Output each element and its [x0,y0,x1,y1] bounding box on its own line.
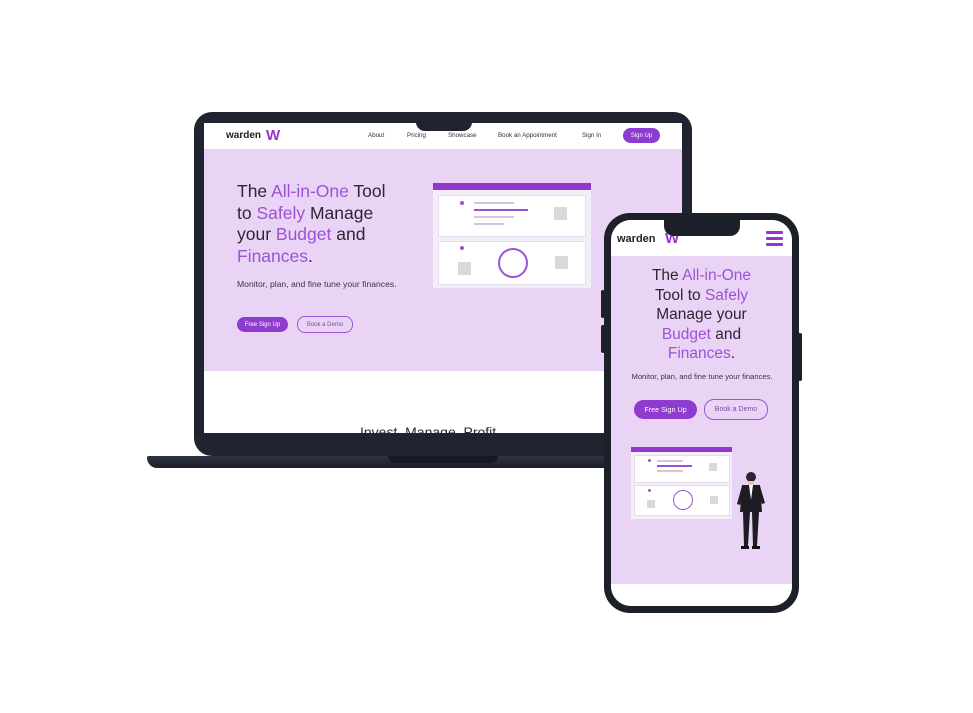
menu-bar [766,243,783,246]
hero-headline: The All-in-One Tool to Safely Manage your … [237,181,386,266]
menu-bar [766,237,783,240]
dashboard-header-bar [433,183,591,190]
businessman-illustration [737,472,765,549]
section-heading: Invest. Manage. Profit. [360,424,501,433]
hero-headline: The All-in-One Tool to Safely Manage your… [651,267,752,362]
list-line [474,216,514,218]
hero-subtitle: Monitor, plan, and fine tune your financ… [631,372,773,381]
placeholder-square [554,207,567,220]
list-line-highlight [474,209,528,211]
dashboard-chart-card [438,241,586,285]
phone-camera-notch [664,220,740,236]
card-bullet-icon [460,246,464,250]
list-line [657,470,683,472]
dashboard-list-card [438,195,586,237]
placeholder-square [709,463,717,471]
list-bullet-icon [648,459,651,462]
dashboard-chart-card [634,485,730,516]
list-line [474,202,514,204]
warden-w-logo-icon[interactable]: W [266,127,280,144]
free-sign-up-button[interactable]: Free Sign Up [634,400,697,419]
list-line-highlight [657,465,692,467]
sign-up-button[interactable]: Sign Up [623,128,660,143]
free-sign-up-button[interactable]: Free Sign Up [237,317,288,332]
brand-name[interactable]: warden [226,130,261,141]
dashboard-illustration [631,447,732,519]
book-demo-button[interactable]: Book a Demo [297,316,353,333]
list-line [657,460,683,462]
laptop-base-groove [388,456,498,463]
list-bullet-icon [460,201,464,205]
placeholder-square [555,256,568,269]
placeholder-square [647,500,655,508]
phone-bottom-strip [611,584,792,606]
menu-bar [766,231,783,234]
nav-book-appointment-link[interactable]: Book an Appointment [498,132,557,139]
placeholder-square [710,496,718,504]
placeholder-square [458,262,471,275]
nav-about-link[interactable]: About [368,132,384,139]
book-demo-button[interactable]: Book a Demo [704,399,768,420]
hamburger-menu-icon[interactable] [766,231,783,246]
card-bullet-icon [648,489,651,492]
nav-sign-in-link[interactable]: Sign In [582,132,601,139]
laptop-camera-notch [416,112,472,131]
brand-name[interactable]: warden [617,233,656,245]
dashboard-list-card [634,455,730,483]
nav-showcase-link[interactable]: Showcase [448,132,477,139]
phone-screen: warden W The All-in-One Tool to Safely Ma… [611,220,792,606]
nav-pricing-link[interactable]: Pricing [407,132,426,139]
hero-subtitle: Monitor, plan, and fine tune your financ… [237,279,397,289]
dashboard-header-bar [631,447,732,452]
donut-chart-icon [673,490,693,510]
dashboard-illustration [433,183,591,288]
donut-chart-icon [498,248,528,278]
list-line [474,223,504,225]
